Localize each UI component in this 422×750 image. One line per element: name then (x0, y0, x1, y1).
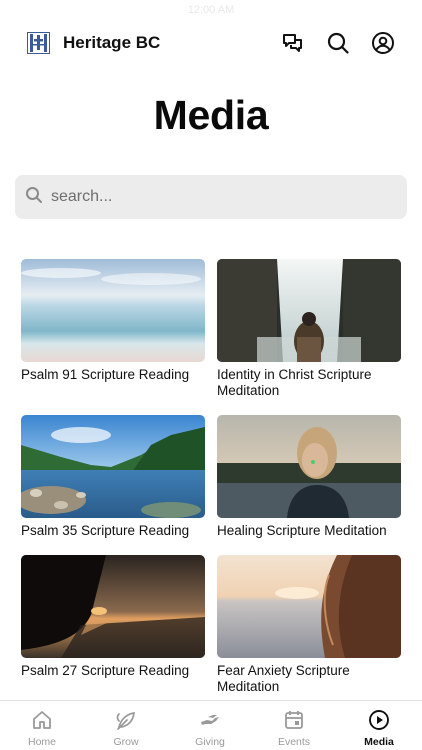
media-title[interactable]: Psalm 35 Scripture Reading (21, 523, 205, 539)
media-thumbnail[interactable] (21, 415, 205, 518)
profile-icon[interactable] (371, 31, 395, 55)
search-field-icon (26, 187, 42, 203)
calendar-icon (283, 709, 305, 731)
search-bar[interactable] (15, 175, 407, 219)
tab-label: Media (364, 736, 394, 748)
app-header: Heritage BC (0, 22, 422, 64)
brand-name: Heritage BC (63, 33, 161, 52)
play-circle-icon (368, 709, 390, 731)
tab-label: Grow (113, 736, 139, 748)
search-icon[interactable] (326, 31, 350, 55)
tab-home[interactable]: Home (0, 701, 84, 750)
giving-hand-icon (199, 709, 221, 731)
media-title[interactable]: Psalm 91 Scripture Reading (21, 367, 205, 383)
tab-giving[interactable]: Giving (168, 701, 252, 750)
media-card[interactable]: Fear Anxiety Scripture Meditation (217, 555, 401, 695)
media-card[interactable]: Psalm 91 Scripture Reading (21, 259, 205, 383)
search-input[interactable] (51, 175, 391, 219)
tab-events[interactable]: Events (252, 701, 336, 750)
media-title[interactable]: Identity in Christ Scripture Meditation (217, 367, 401, 399)
media-title[interactable]: Healing Scripture Meditation (217, 523, 401, 539)
tab-grow[interactable]: Grow (84, 701, 168, 750)
media-card[interactable]: Psalm 27 Scripture Reading (21, 555, 205, 679)
media-title[interactable]: Psalm 27 Scripture Reading (21, 663, 205, 679)
leaf-icon (115, 709, 137, 731)
status-time: 12:00 AM (187, 4, 235, 16)
media-title[interactable]: Fear Anxiety Scripture Meditation (217, 663, 401, 695)
media-thumbnail[interactable] (21, 259, 205, 362)
tab-label: Giving (195, 736, 225, 748)
media-thumbnail[interactable] (217, 555, 401, 658)
media-card[interactable]: Identity in Christ Scripture Meditation (217, 259, 401, 399)
bottom-tab-bar: Home Grow Giving Events Media (0, 700, 422, 750)
chat-icon[interactable] (281, 31, 305, 55)
tab-label: Events (277, 736, 311, 748)
home-icon (31, 709, 53, 731)
page-title: Media (153, 92, 269, 138)
tab-label: Home (27, 736, 56, 748)
media-card[interactable]: Healing Scripture Meditation (217, 415, 401, 539)
tab-media[interactable]: Media (337, 701, 421, 750)
app-screen: 12:00 AM Heritage BC Media search... Psa… (0, 0, 422, 750)
media-thumbnail[interactable] (217, 259, 401, 362)
media-thumbnail[interactable] (21, 555, 205, 658)
media-card[interactable]: Psalm 35 Scripture Reading (21, 415, 205, 539)
church-logo-icon (27, 32, 50, 54)
media-thumbnail[interactable] (217, 415, 401, 518)
